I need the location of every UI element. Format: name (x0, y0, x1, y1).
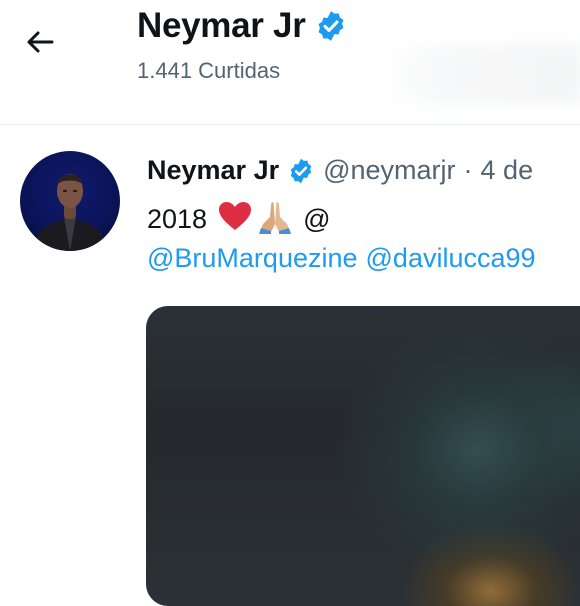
page-title: Neymar Jr (137, 6, 348, 46)
tweet-text-year: 2018 (147, 204, 208, 234)
likes-count: 1.441 Curtidas (137, 58, 281, 83)
tweet-text-at: @ (303, 204, 331, 234)
red-heart-emoji (217, 200, 253, 239)
author-name[interactable]: Neymar Jr (147, 155, 279, 186)
tweet-date[interactable]: 4 de (481, 155, 534, 186)
profile-header: Neymar Jr 1.441 Curtidas (0, 0, 580, 124)
tweet-mentions: @BruMarquezine @davilucca99 (147, 243, 544, 274)
arrow-left-icon (27, 31, 54, 53)
header-name: Neymar Jr (137, 6, 306, 45)
avatar-image (32, 174, 108, 251)
separator-dot: · (463, 155, 473, 185)
tweet-header: Neymar Jr @neymarjr · 4 de (147, 155, 533, 186)
author-handle[interactable]: @neymarjr (323, 155, 455, 186)
blurred-region (380, 44, 580, 104)
verified-badge-icon (290, 158, 312, 183)
avatar[interactable] (20, 151, 120, 251)
tweet-media-image[interactable] (146, 306, 580, 606)
mention-link-2[interactable]: @davilucca99 (366, 243, 536, 273)
folded-hands-emoji (257, 198, 293, 241)
mention-link-1[interactable]: @BruMarquezine (147, 243, 358, 273)
tweet-text-line1: 2018 @ (147, 198, 331, 241)
verified-badge-icon (318, 11, 343, 41)
tweet[interactable]: Neymar Jr @neymarjr · 4 de 2018 @ @BruMa… (0, 125, 580, 606)
back-button[interactable] (16, 22, 64, 62)
